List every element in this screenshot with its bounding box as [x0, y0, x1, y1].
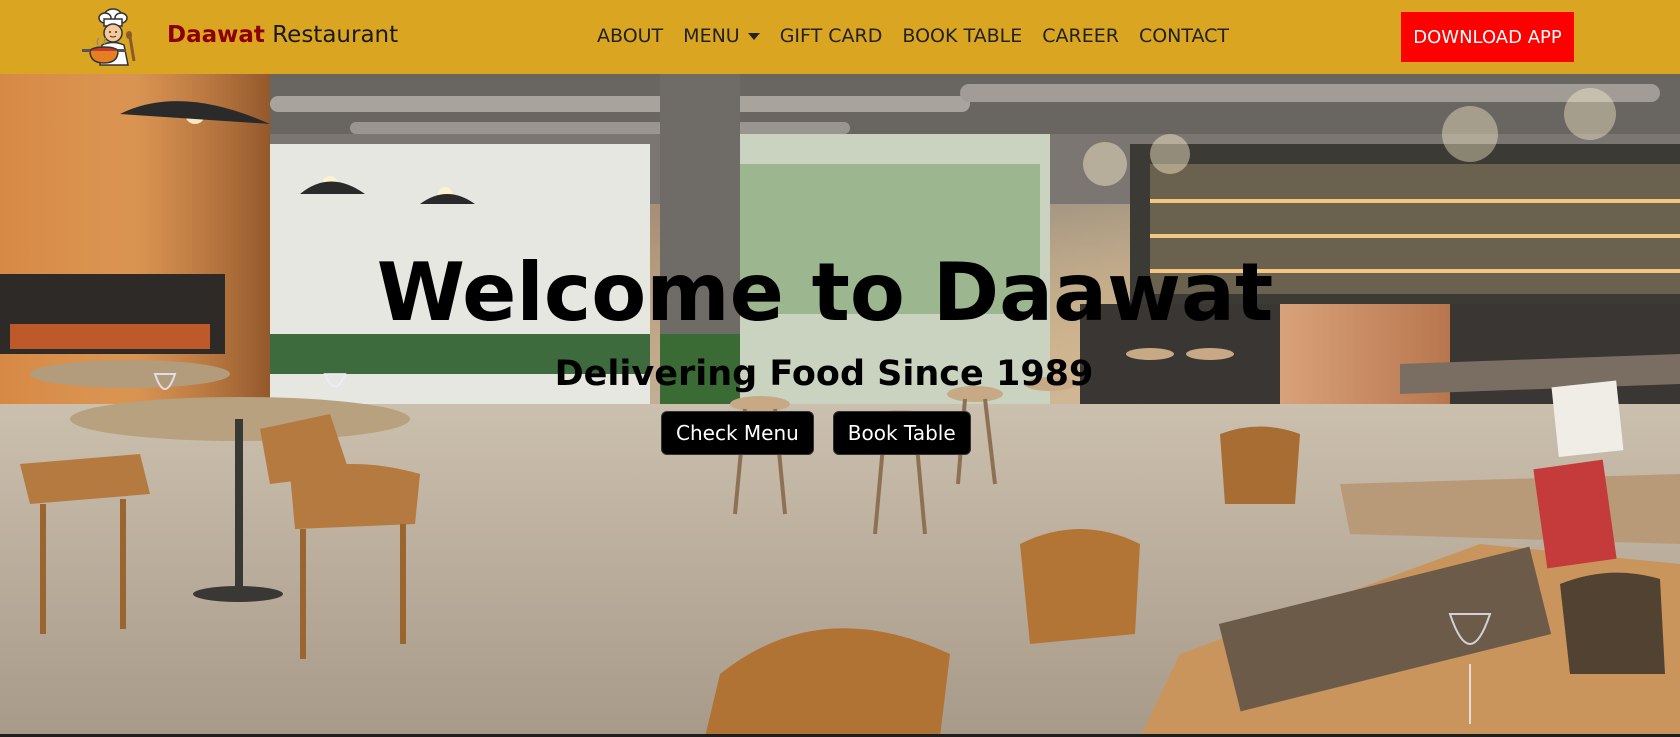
nav-menu-label: MENU	[683, 25, 740, 47]
download-app-button[interactable]: DOWNLOAD APP	[1401, 12, 1574, 62]
nav-career-label: CAREER	[1042, 25, 1119, 47]
navbar: Daawat Restaurant ABOUT MENU GIFT CARD B…	[0, 0, 1680, 74]
nav-menu-dropdown[interactable]: MENU	[683, 25, 760, 47]
hero-buttons: Check Menu Book Table	[661, 411, 971, 455]
nav-book-table-label: BOOK TABLE	[902, 25, 1023, 47]
nav-career[interactable]: CAREER	[1042, 25, 1119, 47]
hero-subtitle: Delivering Food Since 1989	[554, 354, 1094, 394]
chef-logo-icon[interactable]	[78, 7, 144, 67]
chevron-down-icon	[747, 33, 760, 40]
brand-name[interactable]: Daawat Restaurant	[167, 22, 398, 48]
nav-book-table[interactable]: BOOK TABLE	[902, 25, 1022, 47]
nav-about[interactable]: ABOUT	[597, 25, 663, 47]
nav-gift-card-label: GIFT CARD	[779, 25, 883, 47]
hero-title: Welcome to Daawat	[376, 246, 1274, 339]
nav-links: ABOUT MENU GIFT CARD BOOK TABLE CAREER C…	[597, 25, 1249, 47]
nav-contact[interactable]: CONTACT	[1139, 25, 1229, 47]
nav-contact-label: CONTACT	[1138, 25, 1230, 47]
hero-section: Welcome to Daawat Delivering Food Since …	[0, 74, 1680, 737]
book-table-button[interactable]: Book Table	[832, 411, 971, 455]
brand-accent: Daawat	[167, 22, 265, 48]
nav-gift-card[interactable]: GIFT CARD	[780, 25, 883, 47]
restaurant-interior-image	[0, 74, 1680, 737]
brand-rest: Restaurant	[264, 22, 399, 48]
check-menu-button[interactable]: Check Menu	[661, 411, 814, 455]
nav-about-label: ABOUT	[597, 25, 664, 47]
